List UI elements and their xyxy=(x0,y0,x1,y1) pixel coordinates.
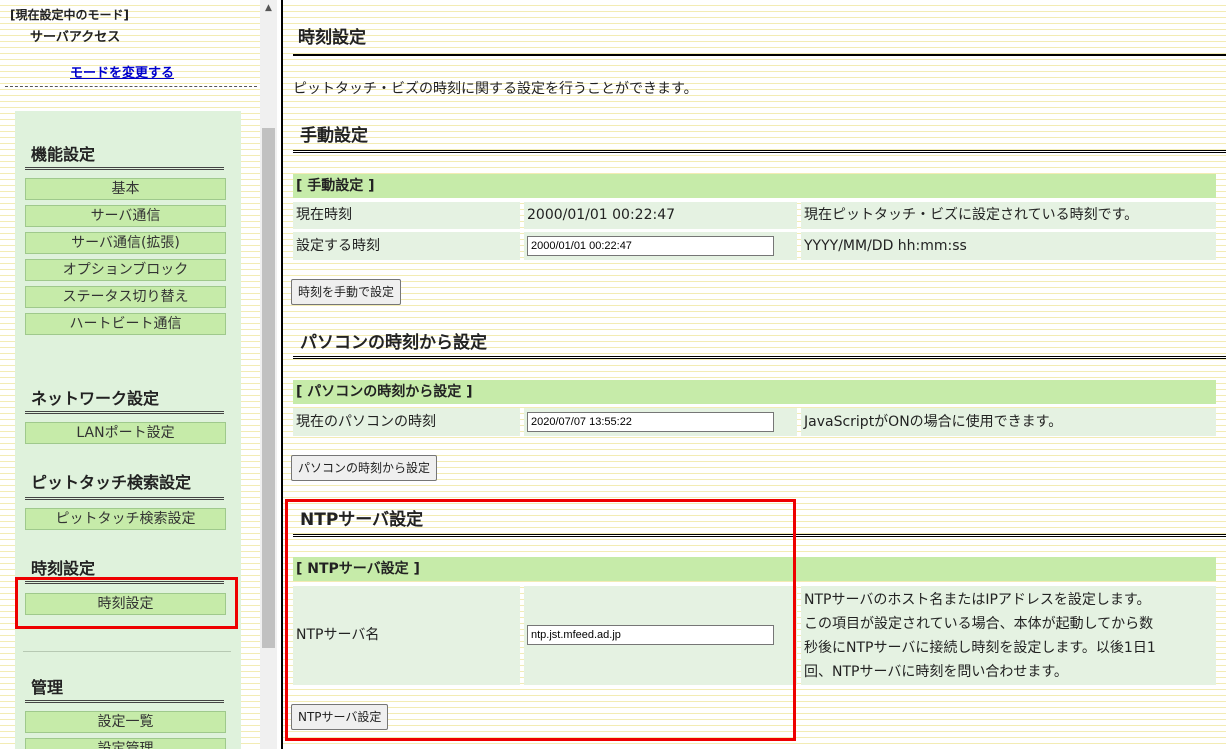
section-rule xyxy=(293,150,1226,153)
manual-section-heading: 手動設定 xyxy=(300,126,368,146)
set-time-input[interactable]: 2000/01/01 00:22:47 xyxy=(527,236,774,256)
menu-item-pittouch-search[interactable]: ピットタッチ検索設定 xyxy=(25,508,226,530)
menu-item-basic[interactable]: 基本 xyxy=(25,178,226,200)
page-description: ピットタッチ・ビズの時刻に関する設定を行うことができます。 xyxy=(293,81,698,97)
menu-panel: 機能設定 基本 サーバ通信 サーバ通信(拡張) オプションブロック ステータス切… xyxy=(15,111,241,749)
section-rule xyxy=(293,356,1226,359)
section-title-admin: 管理 xyxy=(31,678,64,697)
ntp-desc-line: 回、NTPサーバに時刻を問い合わせます。 xyxy=(804,664,1068,680)
menu-separator xyxy=(23,651,231,652)
current-mode-value: サーバアクセス xyxy=(30,30,121,45)
scrollbar-thumb[interactable] xyxy=(262,128,275,648)
section-rule xyxy=(25,497,224,500)
current-time-value: 2000/01/01 00:22:47 xyxy=(524,202,797,229)
section-rule xyxy=(25,167,224,170)
left-frame-scrollbar[interactable]: ▲ xyxy=(260,0,277,749)
menu-item-lan-port[interactable]: LANポート設定 xyxy=(25,422,226,444)
ntp-section-highlight xyxy=(285,499,796,741)
section-title-time: 時刻設定 xyxy=(31,559,96,578)
ntp-desc-line: この項目が設定されている場合、本体が起動してから数 xyxy=(804,616,1154,632)
mode-divider xyxy=(5,86,257,87)
menu-item-server-comm[interactable]: サーバ通信 xyxy=(25,205,226,227)
section-title-network: ネットワーク設定 xyxy=(31,389,160,408)
section-rule xyxy=(25,700,224,703)
section-title-function: 機能設定 xyxy=(31,145,96,164)
current-time-label: 現在時刻 xyxy=(293,202,520,229)
set-time-cell: 2000/01/01 00:22:47 xyxy=(524,232,797,260)
left-navigation-frame: [現在設定中のモード] サーバアクセス モードを変更する 機能設定 基本 サーバ… xyxy=(0,0,260,749)
ntp-desc-line: 秒後にNTPサーバに接続し時刻を設定します。以後1日1 xyxy=(804,640,1156,656)
pc-time-label: 現在のパソコンの時刻 xyxy=(293,408,520,436)
title-rule xyxy=(293,54,1226,56)
scroll-up-arrow-icon[interactable]: ▲ xyxy=(260,0,277,17)
manual-table-header: [ 手動設定 ] xyxy=(293,174,1216,198)
section-title-search: ピットタッチ検索設定 xyxy=(31,473,192,492)
menu-item-status-switch[interactable]: ステータス切り替え xyxy=(25,286,226,308)
set-time-label: 設定する時刻 xyxy=(293,232,520,260)
pc-time-input[interactable]: 2020/07/07 13:55:22 xyxy=(527,412,774,432)
change-mode-link[interactable]: モードを変更する xyxy=(70,62,174,81)
current-mode-label: [現在設定中のモード] xyxy=(10,8,129,22)
set-time-format-hint: YYYY/MM/DD hh:mm:ss xyxy=(801,232,1216,260)
menu-item-server-comm-ext[interactable]: サーバ通信(拡張) xyxy=(25,232,226,254)
menu-item-settings-list[interactable]: 設定一覧 xyxy=(25,711,226,733)
pc-table-header: [ パソコンの時刻から設定 ] xyxy=(293,380,1216,404)
pc-time-description: JavaScriptがONの場合に使用できます。 xyxy=(801,408,1216,436)
set-from-pc-button[interactable]: パソコンの時刻から設定 xyxy=(291,455,438,481)
pc-time-cell: 2020/07/07 13:55:22 xyxy=(524,408,797,436)
menu-item-heartbeat[interactable]: ハートビート通信 xyxy=(25,313,226,335)
menu-item-settings-management[interactable]: 設定管理 xyxy=(25,738,226,749)
menu-item-option-block[interactable]: オプションブロック xyxy=(25,259,226,281)
time-settings-highlight xyxy=(15,577,238,629)
page-title: 時刻設定 xyxy=(298,28,366,48)
set-time-manually-button[interactable]: 時刻を手動で設定 xyxy=(291,279,402,305)
ntp-server-description: NTPサーバのホスト名またはIPアドレスを設定します。 この項目が設定されている… xyxy=(801,586,1216,685)
ntp-desc-line: NTPサーバのホスト名またはIPアドレスを設定します。 xyxy=(804,592,1151,608)
current-time-description: 現在ピットタッチ・ビズに設定されている時刻です。 xyxy=(801,202,1216,229)
section-rule xyxy=(25,411,224,414)
pc-section-heading: パソコンの時刻から設定 xyxy=(300,333,487,353)
